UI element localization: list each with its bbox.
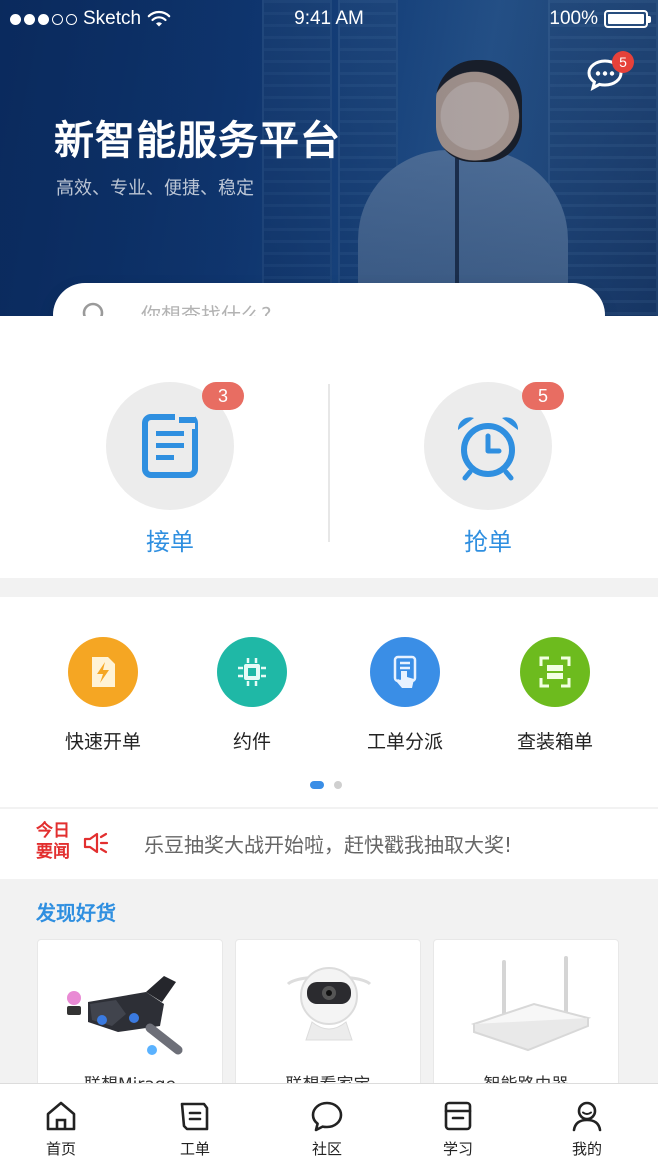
- product-card[interactable]: 联想看家宝: [235, 939, 421, 1099]
- tab-bar: 首页 工单 社区 学习 我的: [0, 1083, 658, 1170]
- check-packing-list-label: 查装箱单: [516, 731, 593, 753]
- divider: [328, 384, 330, 542]
- tab-work-order[interactable]: 工单: [155, 1100, 235, 1159]
- appointment-button[interactable]: 约件: [187, 637, 317, 754]
- order-section: 3 接单 5 抢单: [0, 316, 658, 578]
- chip-icon: [238, 658, 266, 686]
- lightning-card-icon: [92, 657, 115, 687]
- page-subtitle: 高效、专业、便捷、稳定: [56, 178, 254, 199]
- dispatch-order-label: 工单分派: [366, 731, 443, 753]
- alarm-clock-icon: [457, 417, 519, 481]
- goods-section-title: 发现好货: [36, 901, 116, 925]
- product-card[interactable]: 智能路由器: [433, 939, 619, 1099]
- speaker-icon: [83, 832, 109, 854]
- camera-robot-image: [286, 967, 372, 1041]
- tab-learning[interactable]: 学习: [418, 1100, 498, 1159]
- router-image: [470, 956, 592, 1052]
- home-icon: [46, 1101, 76, 1131]
- tab-learning-label: 学习: [442, 1140, 473, 1158]
- tab-home-label: 首页: [45, 1140, 76, 1158]
- check-packing-list-button[interactable]: 查装箱单: [490, 637, 620, 754]
- quick-open-order-button[interactable]: 快速开单: [38, 637, 168, 754]
- accept-order-button[interactable]: 3 接单: [70, 382, 270, 562]
- accept-order-badge: 3: [202, 382, 244, 410]
- status-bar: Sketch 9:41 AM 100%: [0, 0, 658, 40]
- accept-order-label: 接单: [146, 528, 194, 556]
- quick-open-order-label: 快速开单: [64, 731, 141, 753]
- quick-actions: 快速开单 约件 工单分派 查装箱单: [0, 597, 658, 807]
- tab-community-label: 社区: [311, 1140, 342, 1158]
- appointment-label: 约件: [232, 731, 271, 753]
- page-indicator: [310, 781, 342, 789]
- work-order-icon: [180, 1102, 209, 1131]
- grab-order-label: 抢单: [464, 528, 512, 556]
- book-icon: [444, 1101, 472, 1131]
- document-icon: [142, 413, 198, 478]
- grab-order-button[interactable]: 5 抢单: [388, 382, 588, 562]
- scan-frame-icon: [539, 656, 571, 688]
- tab-profile-label: 我的: [571, 1140, 602, 1158]
- battery-icon: [604, 10, 651, 28]
- page-title: 新智能服务平台: [54, 118, 341, 164]
- news-ticker[interactable]: 今日要闻 乐豆抽奖大战开始啦，赶快戳我抽取大奖!: [0, 809, 658, 879]
- news-tag: 今日要闻: [36, 821, 70, 862]
- product-card[interactable]: 联想Mirage: [37, 939, 223, 1099]
- grab-order-badge: 5: [522, 382, 564, 410]
- tab-community[interactable]: 社区: [287, 1100, 367, 1159]
- dispatch-order-button[interactable]: 工单分派: [340, 637, 470, 754]
- tab-work-order-label: 工单: [179, 1140, 210, 1158]
- profile-icon: [572, 1101, 602, 1132]
- tab-home[interactable]: 首页: [21, 1100, 101, 1159]
- battery-percent: 100%: [549, 8, 598, 29]
- vr-headset-image: [67, 976, 183, 1055]
- chat-icon: [311, 1101, 343, 1132]
- news-text: 乐豆抽奖大战开始啦，赶快戳我抽取大奖!: [144, 833, 513, 857]
- message-button[interactable]: 5: [586, 51, 634, 92]
- tab-profile[interactable]: 我的: [547, 1100, 627, 1159]
- hand-document-icon: [393, 655, 417, 688]
- message-badge: 5: [612, 51, 634, 73]
